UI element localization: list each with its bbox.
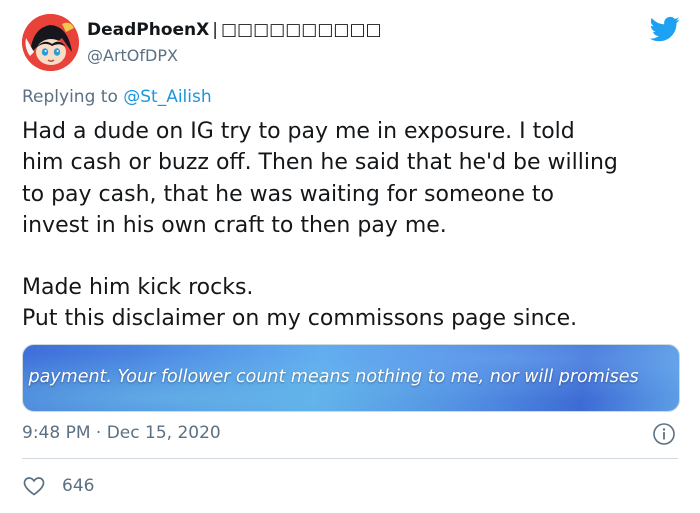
- info-icon[interactable]: [652, 422, 676, 446]
- twitter-bird-icon[interactable]: [648, 14, 682, 44]
- body-line: Put this disclaimer on my commissons pag…: [22, 306, 578, 332]
- reply-mention-link[interactable]: @St_Ailish: [123, 87, 211, 107]
- body-line: invest in his own craft to then pay me.: [22, 212, 447, 238]
- tweet-timestamp[interactable]: 9:48 PM · Dec 15, 2020: [22, 423, 221, 443]
- body-line: Had a dude on IG try to pay me in exposu…: [22, 119, 575, 144]
- author-display-name[interactable]: DeadPhoenX: [87, 20, 209, 40]
- name-suffix: □□□□□□□□□□: [221, 20, 382, 40]
- body-line: to pay cash, that he was waiting for som…: [22, 181, 554, 207]
- reply-context: Replying to @St_Ailish: [22, 87, 212, 107]
- tweet-header: DeadPhoenX | □□□□□□□□□□ @ArtOfDPX: [22, 14, 682, 76]
- name-separator: |: [212, 20, 218, 40]
- heart-icon[interactable]: [22, 474, 46, 498]
- body-line: him cash or buzz off. Then he said that …: [22, 150, 618, 176]
- body-line: Made him kick rocks.: [22, 275, 254, 301]
- image-caption-text: : payment. Your follower count means not…: [22, 367, 639, 387]
- author-name-line[interactable]: DeadPhoenX | □□□□□□□□□□: [87, 20, 382, 40]
- author-handle[interactable]: @ArtOfDPX: [87, 46, 178, 65]
- tweet-body: Had a dude on IG try to pay me in exposu…: [22, 116, 692, 335]
- attached-image[interactable]: : payment. Your follower count means not…: [22, 344, 680, 412]
- reply-prefix: Replying to: [22, 87, 118, 107]
- avatar[interactable]: [22, 14, 79, 71]
- like-count: 646: [62, 476, 95, 496]
- divider: [22, 458, 678, 459]
